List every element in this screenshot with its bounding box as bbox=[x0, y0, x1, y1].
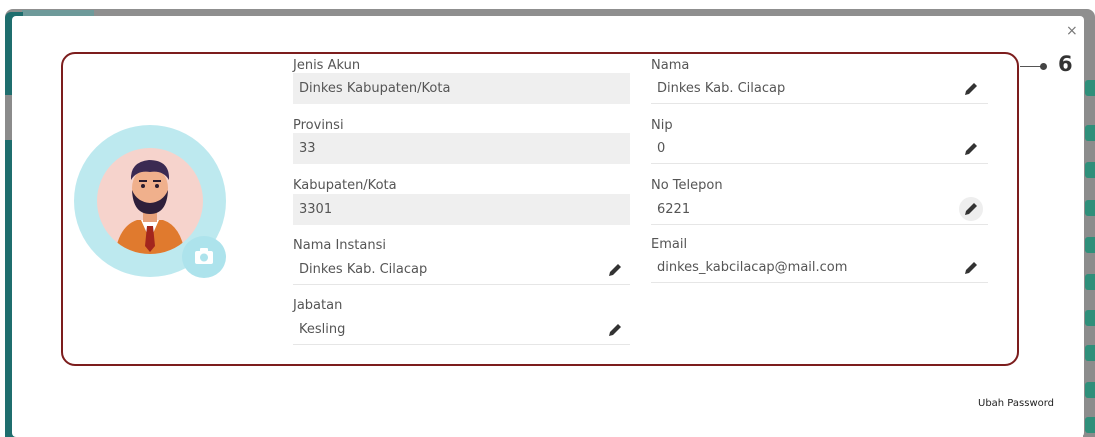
no-telepon-field[interactable]: 6221 bbox=[651, 194, 988, 225]
callout-dot bbox=[1040, 63, 1047, 70]
backdrop-action-chip bbox=[1085, 382, 1095, 398]
change-password-link[interactable]: Ubah Password bbox=[978, 398, 1054, 409]
backdrop-action-chip bbox=[1085, 162, 1095, 178]
backdrop-action-chip bbox=[1085, 237, 1095, 253]
pencil-icon[interactable] bbox=[962, 259, 980, 277]
backdrop-action-chip bbox=[1085, 125, 1095, 141]
backdrop-action-chip bbox=[1085, 417, 1095, 433]
label-nama-instansi: Nama Instansi bbox=[293, 238, 386, 253]
label-nama: Nama bbox=[651, 58, 690, 73]
pencil-icon[interactable] bbox=[606, 321, 624, 339]
backdrop-action-chip bbox=[1085, 345, 1095, 361]
backdrop-action-chip bbox=[1085, 310, 1095, 326]
kabupaten-kota-field: 3301 bbox=[293, 194, 630, 225]
label-kabupaten-kota: Kabupaten/Kota bbox=[293, 178, 397, 193]
nip-field[interactable]: 0 bbox=[651, 133, 988, 164]
nama-field[interactable]: Dinkes Kab. Cilacap bbox=[651, 73, 988, 104]
nama-instansi-field[interactable]: Dinkes Kab. Cilacap bbox=[293, 254, 630, 285]
backdrop-action-chip bbox=[1085, 200, 1095, 216]
pencil-icon[interactable] bbox=[962, 200, 980, 218]
jenis-akun-field: Dinkes Kabupaten/Kota bbox=[293, 73, 630, 104]
provinsi-field: 33 bbox=[293, 133, 630, 164]
label-jenis-akun: Jenis Akun bbox=[293, 58, 361, 73]
label-provinsi: Provinsi bbox=[293, 118, 344, 133]
label-no-telepon: No Telepon bbox=[651, 178, 723, 193]
email-field[interactable]: dinkes_kabcilacap@mail.com bbox=[651, 252, 988, 283]
camera-icon[interactable] bbox=[182, 236, 226, 278]
close-icon[interactable]: × bbox=[1066, 23, 1078, 39]
backdrop-action-chip bbox=[1085, 80, 1095, 96]
label-nip: Nip bbox=[651, 118, 673, 133]
label-email: Email bbox=[651, 237, 688, 252]
pencil-icon[interactable] bbox=[962, 140, 980, 158]
pencil-icon[interactable] bbox=[606, 261, 624, 279]
backdrop-action-chip bbox=[1085, 274, 1095, 290]
callout-number: 6 bbox=[1058, 52, 1073, 76]
label-jabatan: Jabatan bbox=[293, 298, 343, 313]
pencil-icon[interactable] bbox=[962, 80, 980, 98]
jabatan-field[interactable]: Kesling bbox=[293, 314, 630, 345]
